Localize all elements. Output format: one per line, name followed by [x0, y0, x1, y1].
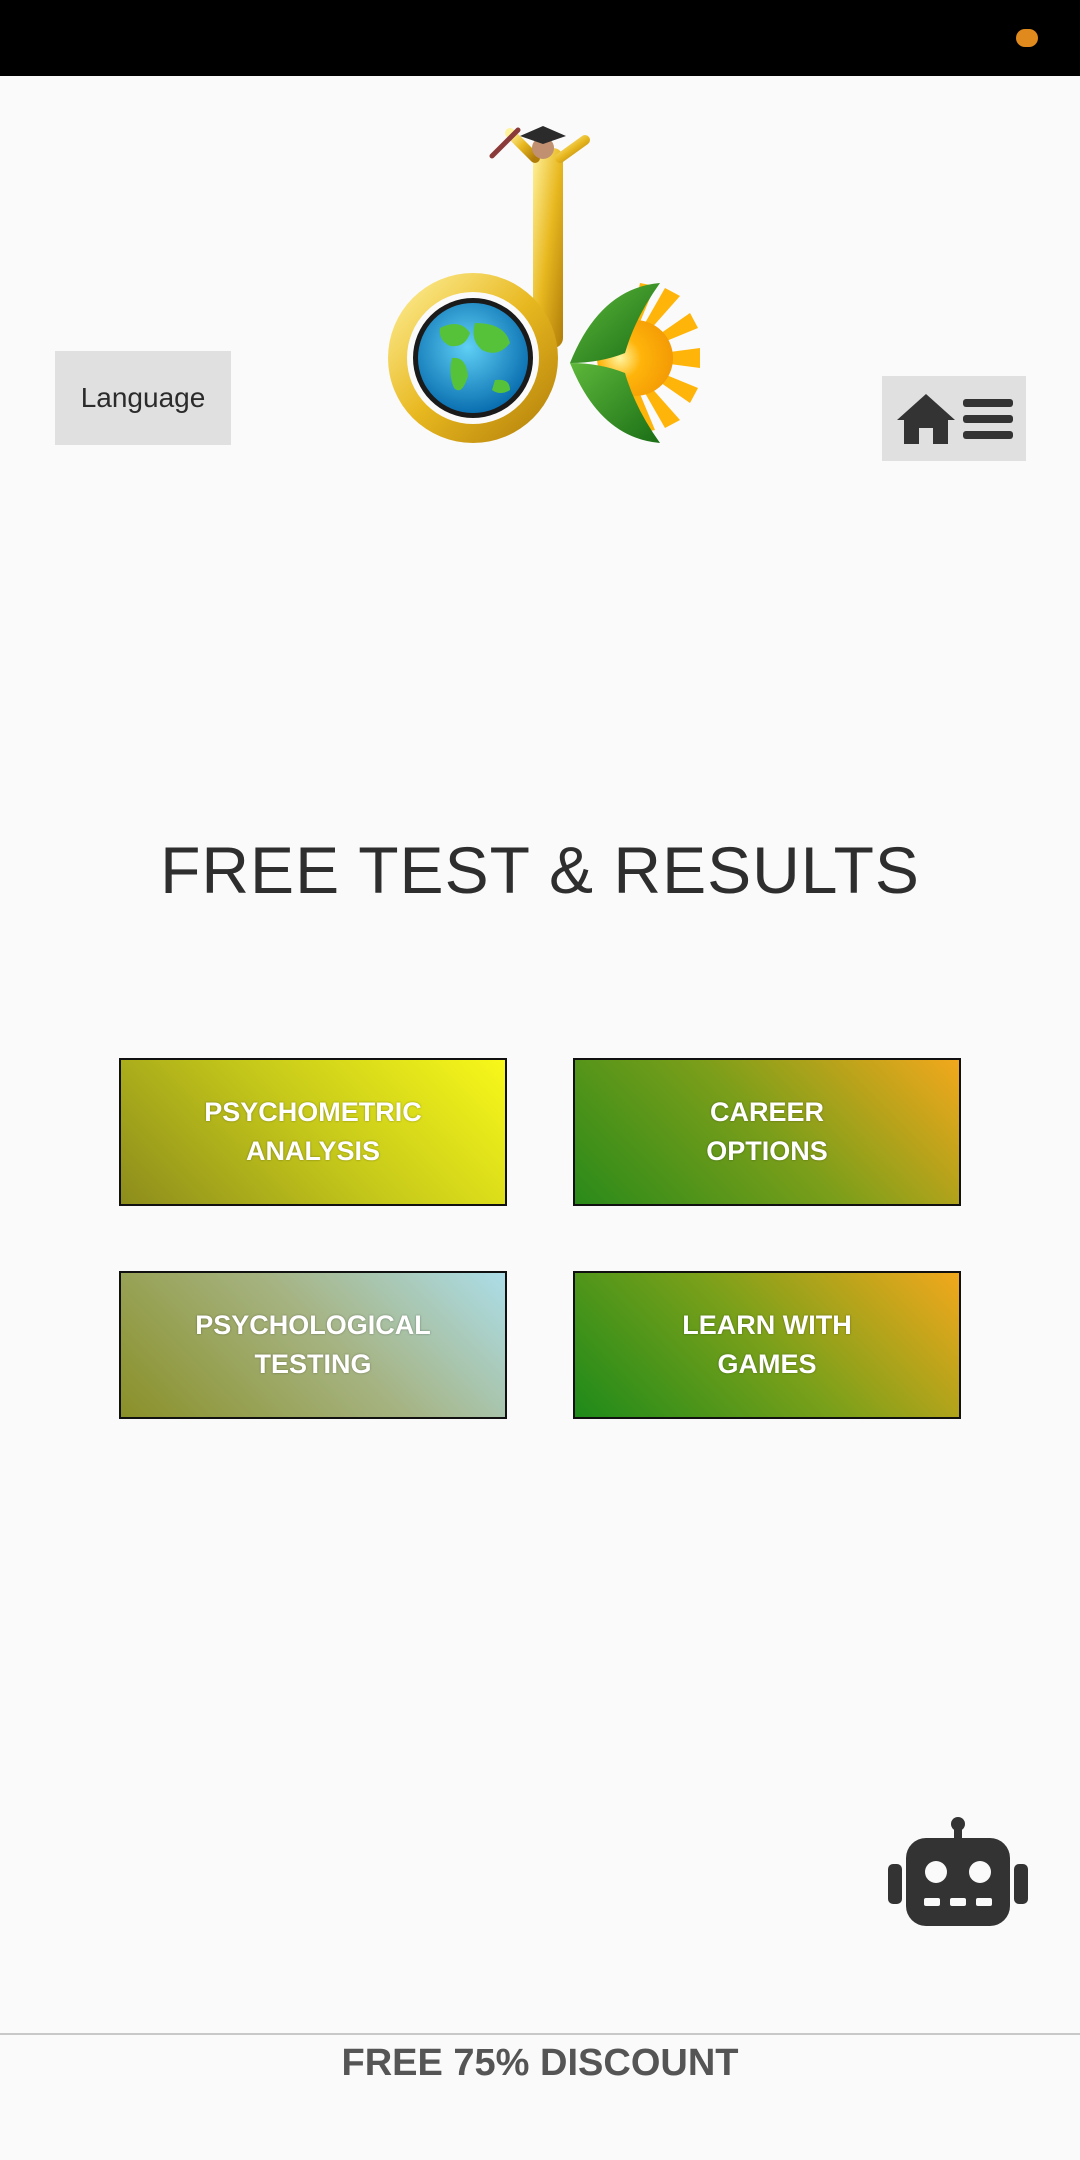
hamburger-menu-icon: [963, 398, 1013, 439]
status-bar: [0, 0, 1080, 76]
tile-label-line-1: CAREER: [709, 1097, 824, 1127]
chatbot-button[interactable]: [888, 1816, 1028, 1928]
learn-with-games-tile[interactable]: LEARN WITH GAMES: [573, 1271, 961, 1419]
notification-dot-icon: [1016, 29, 1038, 47]
home-icon: [897, 393, 955, 444]
tile-label-line-2: TESTING: [254, 1349, 372, 1379]
bottom-divider: [0, 2033, 1080, 2035]
career-options-tile[interactable]: CAREER OPTIONS: [573, 1058, 961, 1206]
dk-globe-logo-icon: [388, 126, 700, 443]
psychological-testing-tile[interactable]: PSYCHOLOGICAL TESTING: [119, 1271, 507, 1419]
tile-label-line-2: OPTIONS: [706, 1136, 828, 1166]
psychometric-analysis-tile[interactable]: PSYCHOMETRIC ANALYSIS: [119, 1058, 507, 1206]
page-title: FREE TEST & RESULTS: [160, 833, 920, 907]
tile-label-line-1: PSYCHOMETRIC: [204, 1097, 422, 1127]
discount-text[interactable]: FREE 75% DISCOUNT: [0, 2042, 1080, 2085]
tile-label-line-1: LEARN WITH: [682, 1310, 852, 1340]
language-button[interactable]: Language: [55, 351, 231, 445]
tile-label-line-1: PSYCHOLOGICAL: [195, 1310, 431, 1340]
home-menu-button[interactable]: [882, 376, 1026, 461]
tile-label-line-2: GAMES: [717, 1349, 817, 1379]
robot-icon: [888, 1817, 1028, 1926]
tile-label-line-2: ANALYSIS: [245, 1136, 381, 1166]
app-logo: [370, 118, 710, 458]
